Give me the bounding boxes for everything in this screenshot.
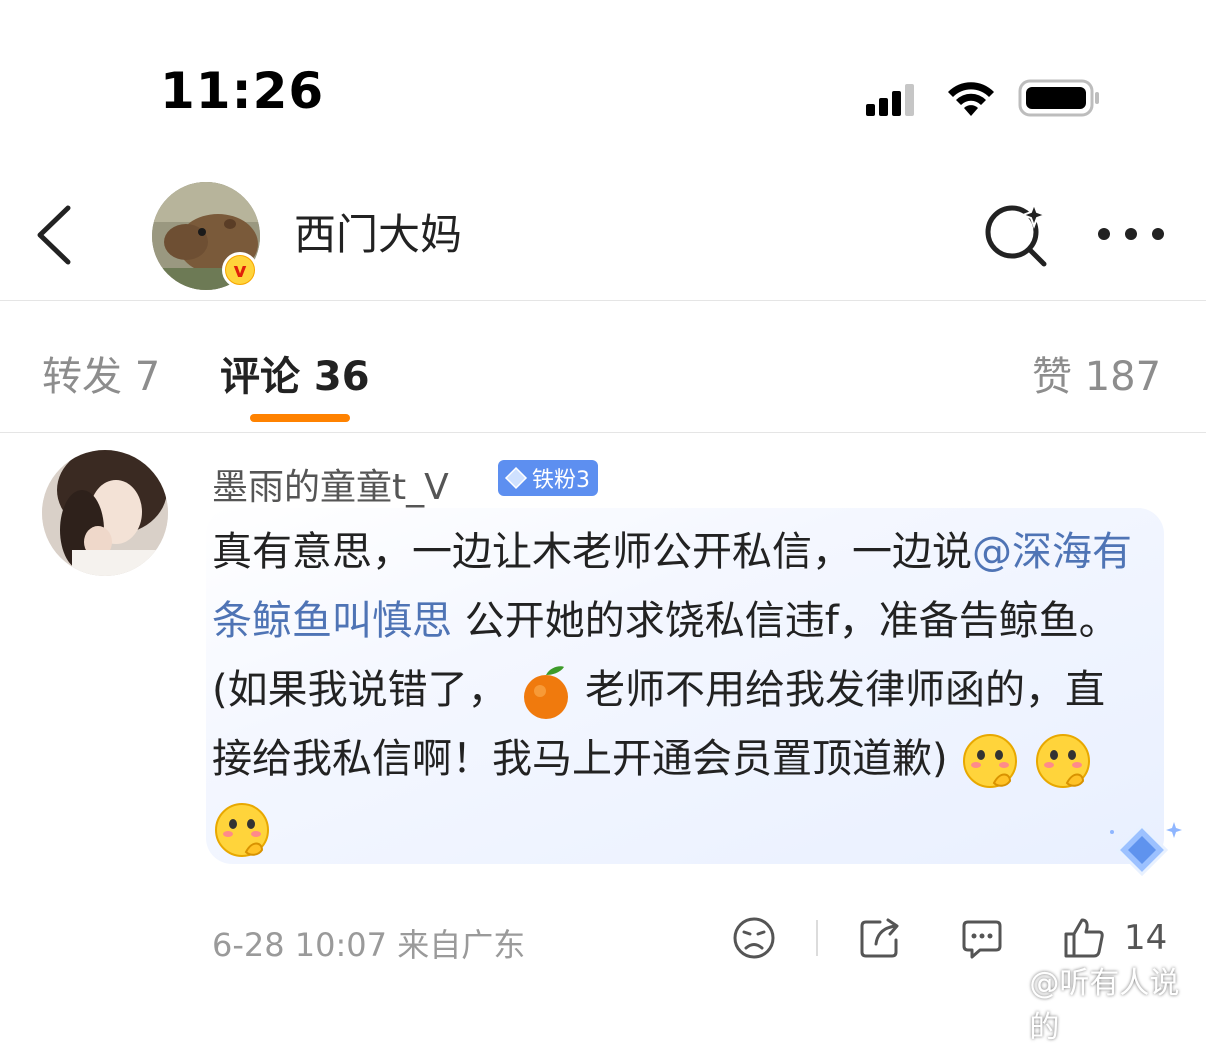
- dislike-icon[interactable]: [732, 916, 776, 960]
- thinking-emoji-icon: [963, 734, 1018, 788]
- like-count: 14: [1124, 918, 1168, 958]
- tab-comments[interactable]: 评论 36: [220, 344, 370, 402]
- header-divider: [0, 300, 1206, 301]
- battery-icon: [1018, 79, 1099, 117]
- cellular-signal-icon: [866, 84, 916, 116]
- active-tab-indicator: [250, 414, 350, 422]
- orange-emoji-icon: [524, 666, 569, 719]
- status-time: 11:26: [160, 62, 325, 120]
- diamond-icon: [504, 466, 528, 490]
- wifi-icon: [948, 82, 994, 116]
- comment-icon[interactable]: [960, 916, 1004, 960]
- thumbs-up-icon[interactable]: [1062, 916, 1106, 960]
- diamond-icon: [1110, 822, 1182, 877]
- fan-badge-label: 铁粉3: [532, 468, 590, 493]
- thinking-emoji-icon: [1036, 734, 1091, 788]
- tab-repost[interactable]: 转发 7: [42, 344, 160, 402]
- comment-text: 真有意思，一边让木老师公开私信，一边说@深海有条鲸鱼叫慎思 公开她的求饶私信违f…: [212, 518, 1142, 863]
- watermark-text: @听有人说的: [1029, 966, 1180, 1045]
- comment-text-part-1: 真有意思，一边让木老师公开私信，一边说: [212, 529, 972, 575]
- page-title: 西门大妈: [294, 210, 463, 259]
- watermark: @听有人说的: [990, 958, 1206, 1046]
- fan-level-badge: 铁粉3: [498, 460, 598, 496]
- thinking-emoji-icon: [215, 803, 269, 857]
- comment-meta: 6-28 10:07 来自广东: [212, 926, 526, 964]
- tabs-divider: [0, 432, 1206, 433]
- verified-icon: v: [222, 252, 258, 288]
- more-icon[interactable]: [1096, 226, 1166, 242]
- action-separator: [816, 920, 818, 956]
- commenter-avatar[interactable]: [42, 450, 168, 576]
- back-icon[interactable]: [30, 200, 80, 270]
- weibo-icon: [990, 989, 1022, 1016]
- search-icon[interactable]: [982, 200, 1052, 270]
- share-icon[interactable]: [858, 916, 902, 960]
- tab-likes[interactable]: 赞 187: [1032, 344, 1161, 402]
- commenter-username[interactable]: 墨雨的童童t_V: [212, 458, 449, 510]
